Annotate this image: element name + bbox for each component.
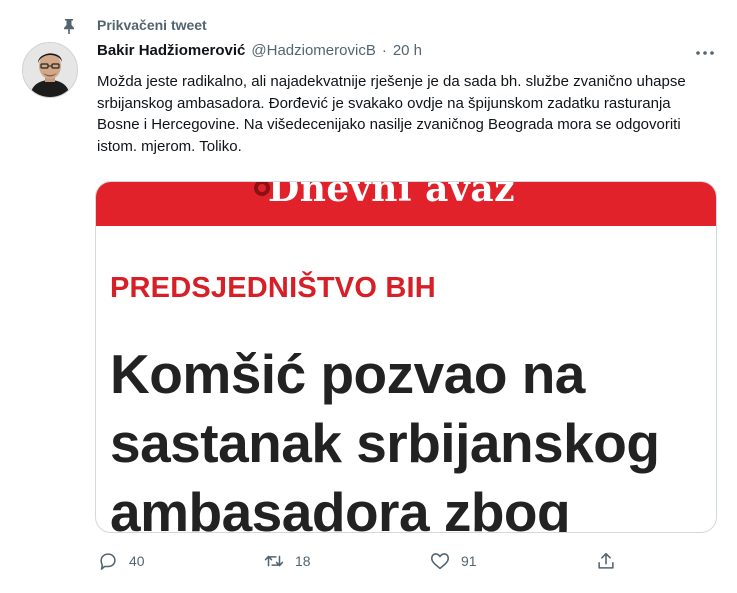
- tweet-header: Bakir Hadžiomerović @HadziomerovicB · 20…: [97, 42, 422, 59]
- card-kicker: PREDSJEDNIŠTVO BIH: [110, 272, 436, 304]
- pinned-label: Prikvačeni tweet: [97, 17, 207, 33]
- card-masthead: Dnevni avaz: [268, 182, 516, 210]
- retweet-count: 18: [295, 553, 311, 569]
- tweet-actions: 40 18 91: [97, 550, 717, 574]
- reply-button[interactable]: 40: [97, 550, 145, 572]
- avatar-image: [23, 43, 77, 97]
- share-icon: [598, 552, 614, 569]
- retweet-button[interactable]: 18: [263, 550, 311, 572]
- media-card[interactable]: Dnevni avaz PREDSJEDNIŠTVO BIH Komšić po…: [95, 181, 717, 533]
- tweet-timestamp[interactable]: 20 h: [393, 42, 422, 59]
- card-masthead-bar: Dnevni avaz: [96, 182, 716, 226]
- reply-count: 40: [129, 553, 145, 569]
- author-handle[interactable]: @HadziomerovicB: [251, 42, 375, 59]
- separator-dot: ·: [381, 42, 387, 59]
- author-name[interactable]: Bakir Hadžiomerović: [97, 42, 245, 59]
- more-icon[interactable]: [693, 46, 717, 60]
- pinned-indicator: [62, 16, 76, 36]
- retweet-icon: [264, 555, 284, 567]
- like-button[interactable]: 91: [429, 550, 477, 572]
- share-button[interactable]: [595, 550, 617, 572]
- card-headline: Komšić pozvao na sastanak srbijanskog am…: [110, 343, 660, 533]
- tweet-text: Možda jeste radikalno, ali najadekvatnij…: [97, 73, 686, 155]
- avatar[interactable]: [22, 42, 78, 98]
- pin-icon: [64, 19, 74, 34]
- reply-icon: [100, 553, 116, 570]
- like-count: 91: [461, 553, 477, 569]
- heart-icon: [430, 553, 450, 570]
